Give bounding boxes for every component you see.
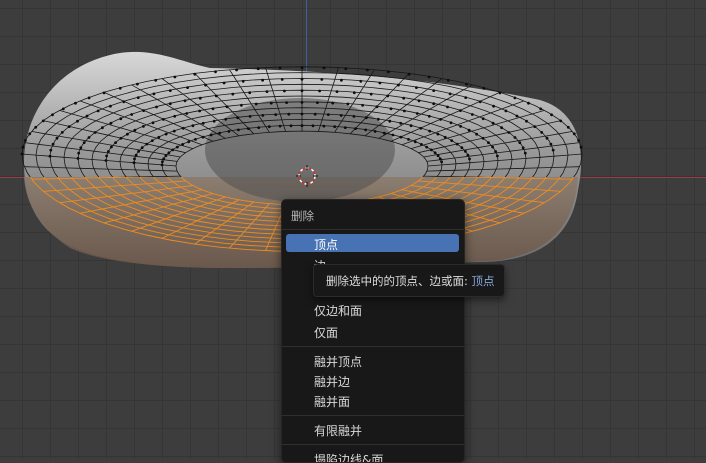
- menu-item-label: 仅边和面: [314, 304, 363, 318]
- menu-item-only-faces[interactable]: 仅面: [286, 322, 459, 340]
- menu-item-vertices[interactable]: 顶点: [286, 234, 459, 252]
- tooltip-python-value: 顶点: [471, 274, 495, 288]
- tooltip-description: 删除选中的的顶点、边或面:: [326, 274, 468, 288]
- menu-item-label: 顶点: [314, 238, 339, 252]
- menu-item-label: 融并面: [314, 395, 351, 409]
- tooltip-text: 删除选中的的顶点、边或面: 顶点: [326, 273, 495, 289]
- menu-item-only-edges-faces[interactable]: 仅边和面: [286, 300, 459, 318]
- menu-item-label: 融并顶点: [314, 355, 363, 369]
- menu-title: 删除: [291, 209, 314, 223]
- menu-item-label: 仅面: [314, 326, 339, 340]
- menu-separator: [282, 229, 464, 230]
- menu-item-dissolve-faces[interactable]: 融并面: [286, 391, 459, 409]
- menu-separator: [282, 444, 464, 445]
- menu-separator: [282, 346, 464, 347]
- menu-item-label: 塌陷边线&面: [314, 453, 384, 463]
- menu-separator: [282, 415, 464, 416]
- menu-item-limited-dissolve[interactable]: 有限融并: [286, 420, 459, 438]
- menu-item-label: 有限融并: [314, 424, 363, 438]
- menu-item-collapse-edges-faces[interactable]: 塌陷边线&面: [286, 449, 459, 463]
- menu-item-label: 融并边: [314, 375, 351, 389]
- menu-item-dissolve-vertices[interactable]: 融并顶点: [286, 351, 459, 369]
- 3d-cursor-icon[interactable]: [296, 165, 318, 187]
- delete-context-menu: 删除 顶点 边 面 仅边和面 仅面 融并顶点 融并边 融并面 有限融并 塌陷边线…: [281, 199, 465, 463]
- menu-item-dissolve-edges[interactable]: 融并边: [286, 371, 459, 389]
- tooltip: 删除选中的的顶点、边或面: 顶点: [313, 264, 505, 297]
